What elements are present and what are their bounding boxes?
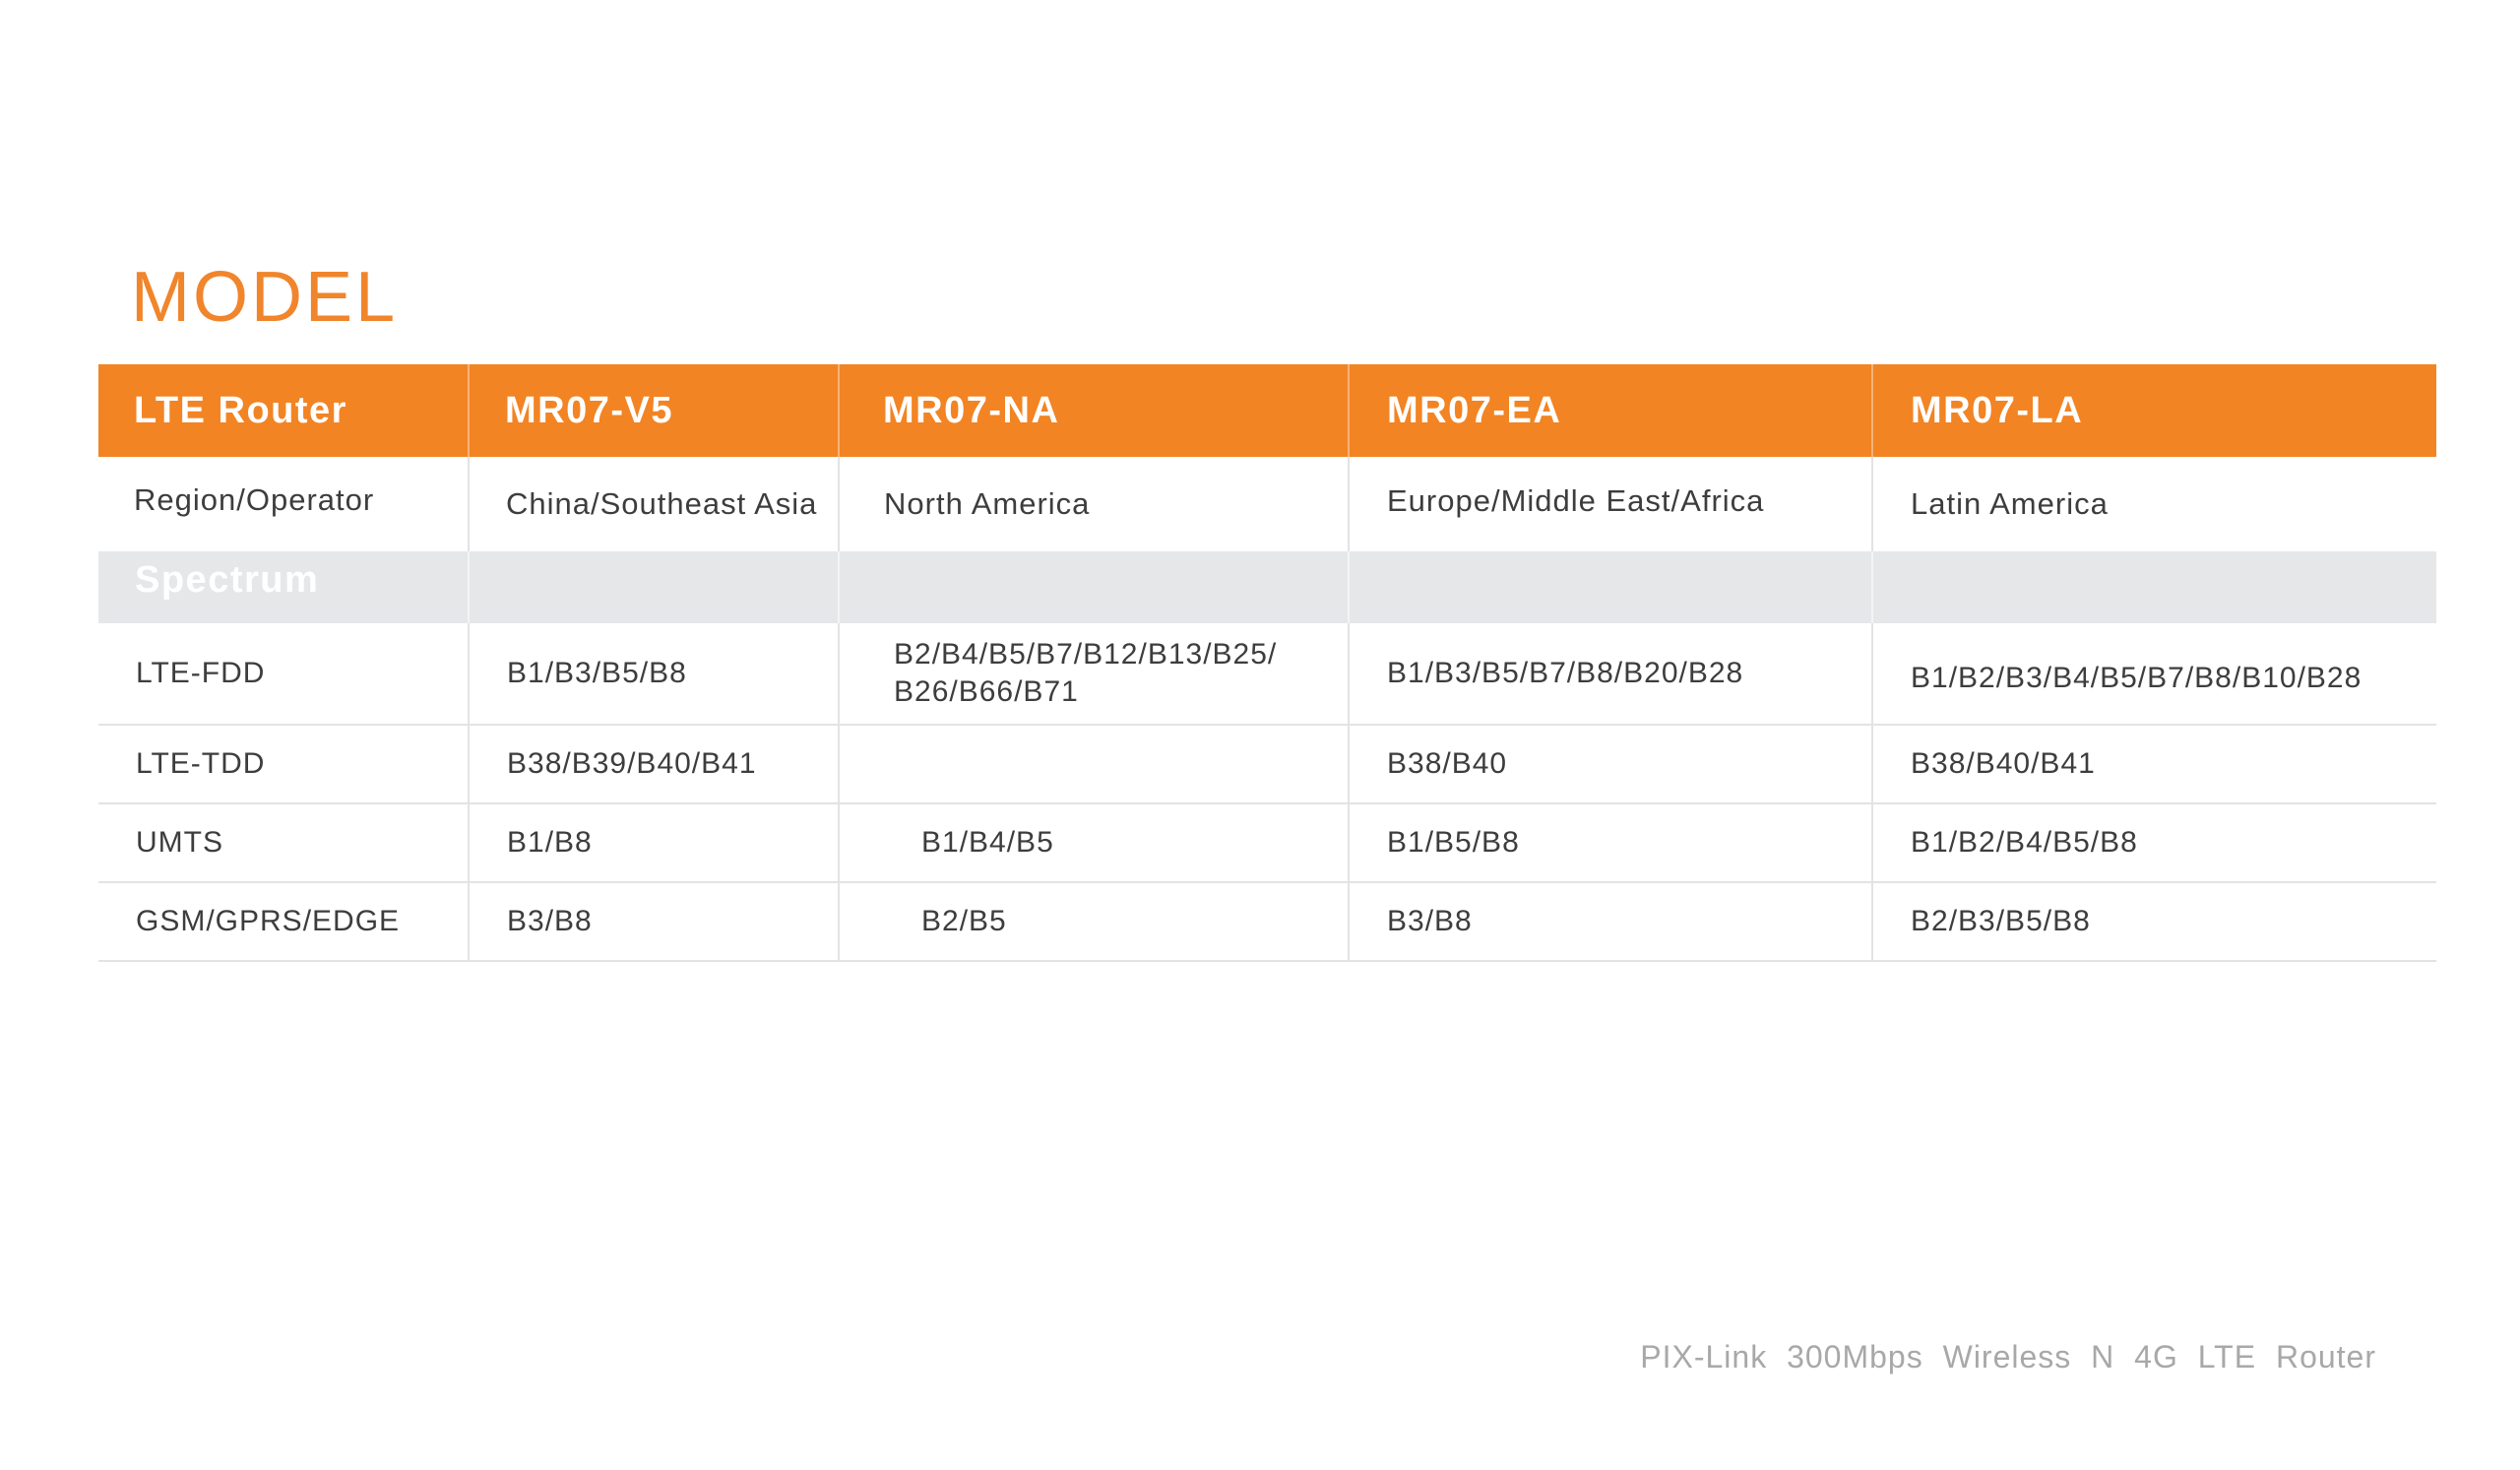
row-label: GSM/GPRS/EDGE (98, 882, 469, 962)
table-cell: B1/B8 (468, 803, 839, 883)
table-cell: Latin America (1871, 457, 2436, 551)
table-cell: B2/B3/B5/B8 (1871, 882, 2436, 962)
model-spec-table: LTE Router MR07-V5 MR07-NA MR07-EA MR07-… (98, 364, 2436, 962)
table-cell: B3/B8 (1348, 882, 1872, 962)
row-label: Region/Operator (134, 482, 375, 517)
table-header-row: LTE Router MR07-V5 MR07-NA MR07-EA MR07-… (98, 364, 2436, 457)
table-cell: China/Southeast Asia (468, 457, 839, 551)
table-cell: B1/B3/B5/B8 (468, 623, 839, 726)
row-label: LTE-FDD (98, 623, 469, 726)
row-label: UMTS (98, 803, 469, 883)
section-cell (1871, 551, 2436, 623)
region-operator-row: Region/Operator China/Southeast Asia Nor… (98, 457, 2436, 551)
table-cell: Europe/Middle East/Africa (1348, 457, 1872, 551)
header-cell-mr07-ea: MR07-EA (1348, 364, 1872, 457)
table-cell: B38/B40 (1348, 725, 1872, 804)
section-cell (838, 551, 1349, 623)
table-cell: B1/B4/B5 (838, 803, 1349, 883)
table-row: LTE-FDD B1/B3/B5/B8 B2/B4/B5/B7/B12/B13/… (98, 623, 2436, 726)
table-cell (838, 725, 1349, 804)
section-cell (468, 551, 839, 623)
table-cell: B2/B4/B5/B7/B12/B13/B25/ B26/B66/B71 (838, 623, 1349, 726)
footer-product-name: PIX-Link 300Mbps Wireless N 4G LTE Route… (1640, 1339, 2376, 1374)
table-cell: B3/B8 (468, 882, 839, 962)
header-cell-mr07-v5: MR07-V5 (468, 364, 839, 457)
section-label: Spectrum (98, 551, 469, 623)
page-title: MODEL (131, 258, 399, 337)
table-cell: B1/B2/B3/B4/B5/B7/B8/B10/B28 (1871, 623, 2436, 726)
row-label: LTE-TDD (98, 725, 469, 804)
table-cell: B1/B3/B5/B7/B8/B20/B28 (1348, 623, 1872, 726)
table-row: UMTS B1/B8 B1/B4/B5 B1/B5/B8 B1/B2/B4/B5… (98, 803, 2436, 883)
table-row: GSM/GPRS/EDGE B3/B8 B2/B5 B3/B8 B2/B3/B5… (98, 882, 2436, 962)
table-cell: B1/B5/B8 (1348, 803, 1872, 883)
table-cell: North America (838, 457, 1349, 551)
section-cell (1348, 551, 1872, 623)
table-cell: B2/B5 (838, 882, 1349, 962)
header-cell-mr07-na: MR07-NA (838, 364, 1349, 457)
table-cell: B1/B2/B4/B5/B8 (1871, 803, 2436, 883)
spectrum-section-row: Spectrum (98, 551, 2436, 623)
header-cell-lte-router: LTE Router (98, 364, 469, 457)
header-cell-mr07-la: MR07-LA (1871, 364, 2436, 457)
table-cell: B38/B40/B41 (1871, 725, 2436, 804)
table-cell: B38/B39/B40/B41 (468, 725, 839, 804)
table-row: LTE-TDD B38/B39/B40/B41 B38/B40 B38/B40/… (98, 725, 2436, 804)
